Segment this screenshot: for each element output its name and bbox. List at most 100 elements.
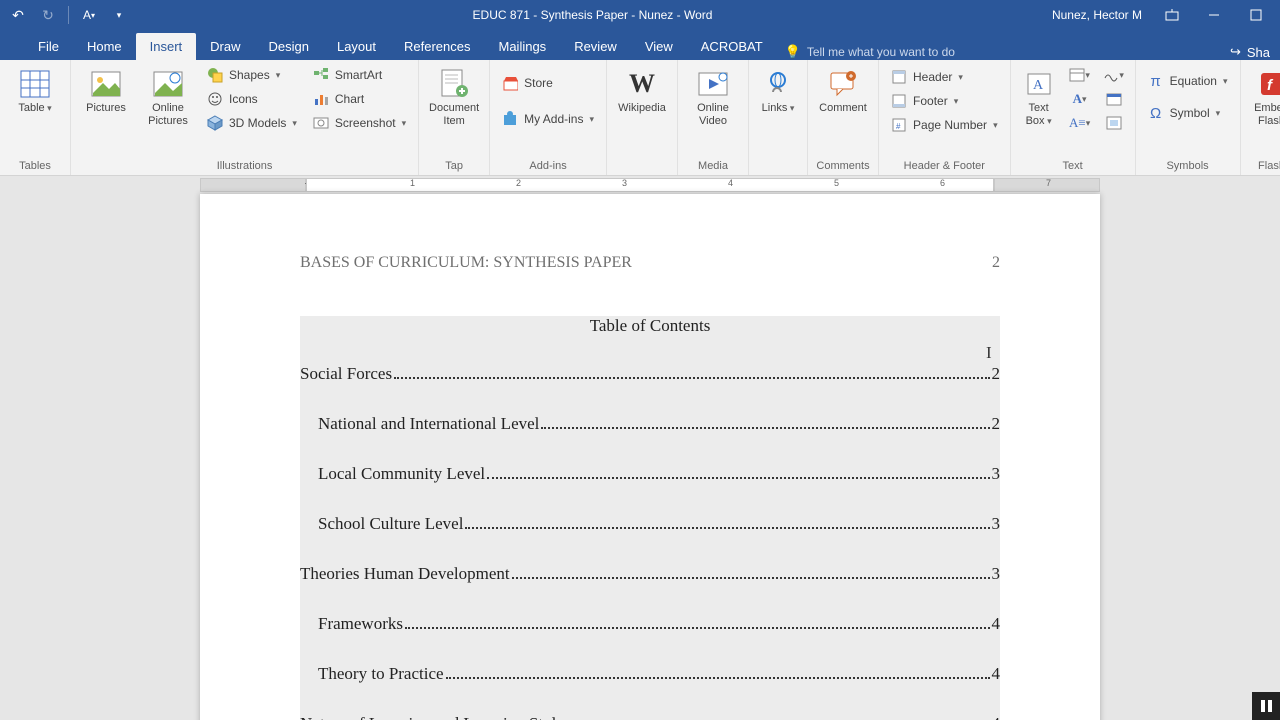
table-button[interactable]: Table — [6, 64, 64, 119]
tab-references[interactable]: References — [390, 33, 484, 60]
tab-file[interactable]: File — [24, 33, 73, 60]
symbol-button[interactable]: Ω Symbol — [1142, 102, 1234, 124]
online-pictures-icon — [152, 68, 184, 100]
store-label: Store — [524, 76, 553, 90]
minimize-button[interactable] — [1194, 0, 1234, 30]
embed-flash-button[interactable]: f Embed Flash — [1247, 64, 1280, 132]
link-icon — [762, 68, 794, 100]
chart-button[interactable]: Chart — [307, 88, 412, 110]
tab-review[interactable]: Review — [560, 33, 631, 60]
toc-field[interactable]: Table of Contents Social Forces 2 Nation… — [300, 316, 1000, 720]
tab-mailings[interactable]: Mailings — [485, 33, 561, 60]
maximize-icon — [1250, 9, 1262, 21]
icons-button[interactable]: Icons — [201, 88, 303, 110]
screenshot-label: Screenshot — [335, 116, 396, 130]
signature-line-button[interactable] — [1099, 64, 1129, 86]
share-button[interactable]: ↪ Sha — [1220, 44, 1280, 60]
toc-row[interactable]: National and International Level 2 — [300, 414, 1000, 434]
document-item-button[interactable]: Document Item — [425, 64, 483, 132]
tab-home[interactable]: Home — [73, 33, 136, 60]
page-number-button[interactable]: # Page Number — [885, 114, 1004, 136]
redo-button[interactable]: ↻ — [34, 1, 62, 29]
pictures-label: Pictures — [86, 102, 126, 115]
3d-models-button[interactable]: 3D Models — [201, 112, 303, 134]
toc-leader — [446, 677, 990, 679]
page-number-icon: # — [891, 117, 907, 133]
store-button[interactable]: Store — [496, 72, 600, 94]
cube-icon — [207, 115, 223, 131]
toc-label: Frameworks — [318, 614, 403, 634]
tab-layout[interactable]: Layout — [323, 33, 390, 60]
toc-label: Theories Human Development — [300, 564, 510, 584]
drop-cap-button[interactable]: A≡ — [1065, 112, 1095, 134]
toc-row[interactable]: Nature of Learning and Learning Styles 4 — [300, 714, 1000, 720]
tab-insert[interactable]: Insert — [136, 33, 197, 60]
text-box-button[interactable]: A Text Box — [1017, 64, 1061, 132]
icons-icon — [207, 91, 223, 107]
toc-row[interactable]: School Culture Level 3 — [300, 514, 1000, 534]
toc-leader — [541, 427, 989, 429]
tell-me-search[interactable]: 💡 Tell me what you want to do — [785, 44, 955, 60]
toc-row[interactable]: Theories Human Development 3 — [300, 564, 1000, 584]
date-time-button[interactable] — [1099, 88, 1129, 110]
document-page[interactable]: BASES OF CURRICULUM: SYNTHESIS PAPER 2 T… — [200, 194, 1100, 720]
toc-title: Table of Contents — [300, 316, 1000, 336]
toc-label: Social Forces — [300, 364, 392, 384]
header-button[interactable]: Header — [885, 66, 1004, 88]
video-icon — [697, 68, 729, 100]
group-symbols-label: Symbols — [1142, 158, 1234, 173]
recording-pause-overlay[interactable] — [1252, 692, 1280, 720]
tab-view[interactable]: View — [631, 33, 687, 60]
toc-page: 4 — [992, 664, 1001, 684]
my-addins-button[interactable]: My Add-ins — [496, 108, 600, 130]
symbol-label: Symbol — [1170, 106, 1210, 120]
equation-icon: π — [1148, 73, 1164, 89]
smartart-button[interactable]: SmartArt — [307, 64, 412, 86]
links-button[interactable]: Links — [755, 64, 801, 119]
quick-parts-button[interactable] — [1065, 64, 1095, 86]
embed-flash-label: Embed Flash — [1249, 102, 1280, 128]
my-addins-label: My Add-ins — [524, 112, 583, 126]
flash-icon: f — [1256, 68, 1280, 100]
undo-button[interactable]: ↶ — [4, 1, 32, 29]
wordart-button[interactable]: A — [1065, 88, 1095, 110]
online-pictures-button[interactable]: Online Pictures — [139, 64, 197, 132]
toc-label: Nature of Learning and Learning Styles — [300, 714, 571, 720]
toc-row[interactable]: Social Forces 2 — [300, 364, 1000, 384]
comment-button[interactable]: Comment — [814, 64, 872, 119]
document-item-label: Document Item — [427, 102, 481, 128]
font-qat-button[interactable]: A▾ — [75, 1, 103, 29]
qat-customize[interactable]: ▾ — [105, 1, 133, 29]
toc-row[interactable]: Local Community Level 3 — [300, 464, 1000, 484]
user-name[interactable]: Nunez, Hector M — [1052, 8, 1142, 22]
object-button[interactable] — [1099, 112, 1129, 134]
group-tap-label: Tap — [425, 158, 483, 173]
online-video-button[interactable]: Online Video — [684, 64, 742, 132]
toc-page: 2 — [992, 364, 1001, 384]
group-addins: Store My Add-ins Add-ins — [490, 60, 607, 175]
wikipedia-button[interactable]: W Wikipedia — [613, 64, 671, 119]
header-icon — [891, 69, 907, 85]
maximize-button[interactable] — [1236, 0, 1276, 30]
group-wikipedia-label — [613, 158, 671, 173]
tab-draw[interactable]: Draw — [196, 33, 254, 60]
ribbon-display-options[interactable] — [1152, 0, 1192, 30]
ruler-horizontal[interactable]: · 1 2 3 4 5 6 7 — [0, 176, 1280, 194]
wordart-icon: A — [1073, 91, 1082, 107]
tab-acrobat[interactable]: ACROBAT — [687, 33, 777, 60]
online-pictures-label: Online Pictures — [141, 102, 195, 128]
group-text-label: Text — [1017, 158, 1129, 173]
toc-row[interactable]: Frameworks 4 — [300, 614, 1000, 634]
pictures-button[interactable]: Pictures — [77, 64, 135, 119]
document-area[interactable]: · 1 2 3 4 5 6 7 BASES OF CURRICULUM: SYN… — [0, 176, 1280, 720]
ruler-num-5: 5 — [834, 178, 839, 188]
toc-row[interactable]: Theory to Practice 4 — [300, 664, 1000, 684]
screenshot-button[interactable]: Screenshot — [307, 112, 412, 134]
toc-page: 2 — [992, 414, 1001, 434]
shapes-button[interactable]: Shapes — [201, 64, 303, 86]
quick-parts-icon — [1069, 68, 1085, 82]
group-comments: Comment Comments — [808, 60, 879, 175]
equation-button[interactable]: π Equation — [1142, 70, 1234, 92]
footer-button[interactable]: Footer — [885, 90, 1004, 112]
tab-design[interactable]: Design — [255, 33, 323, 60]
